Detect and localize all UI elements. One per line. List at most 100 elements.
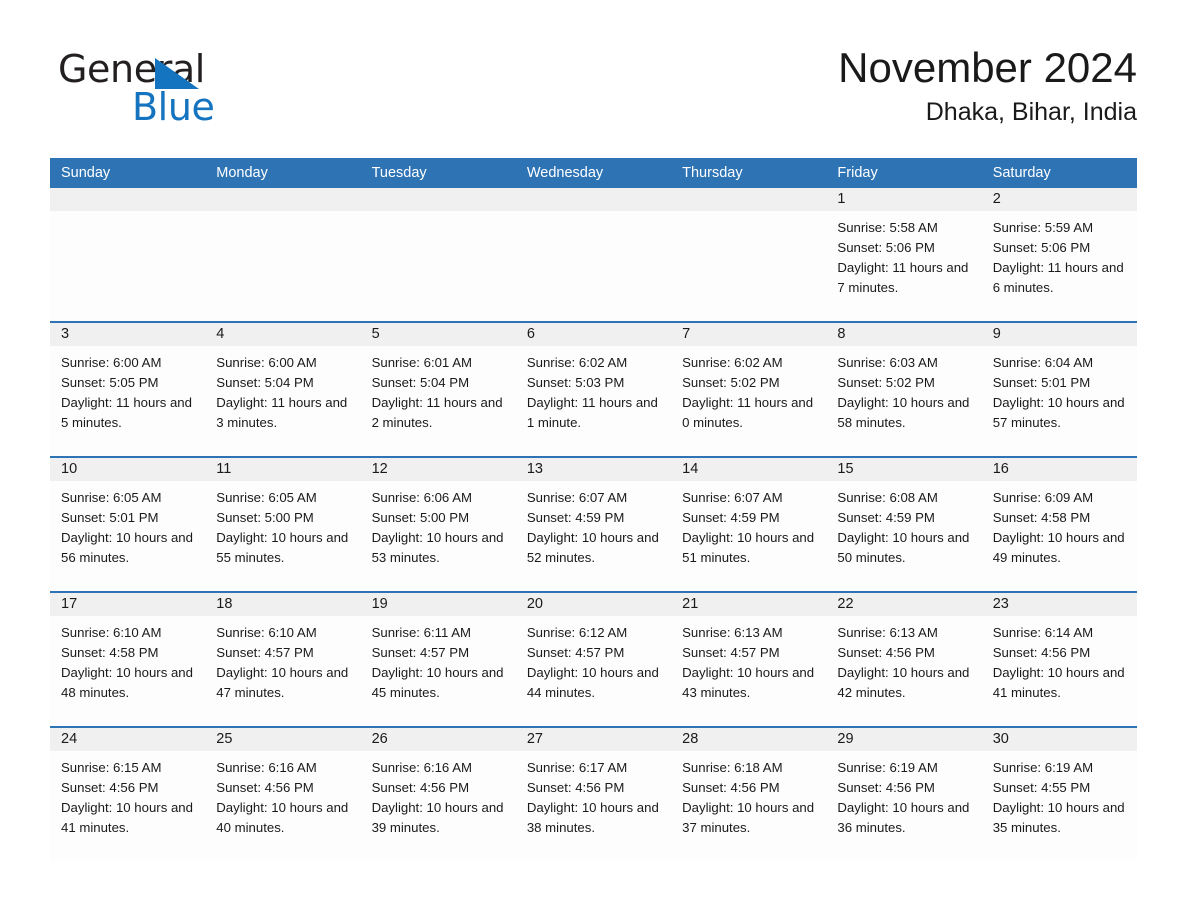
sunrise-text: Sunrise: 6:07 AM (682, 490, 783, 505)
calendar-day-cell[interactable]: 26 Sunrise: 6:16 AM Sunset: 4:56 PM Dayligh… (360, 728, 516, 861)
sunset-text: Sunset: 5:02 PM (837, 375, 935, 390)
day-number: 16 (981, 458, 1137, 481)
daylight-text: Daylight: 10 hours and 45 minutes. (371, 665, 504, 700)
day-details: Sunrise: 6:13 AM Sunset: 4:56 PM Daylight:… (826, 616, 981, 703)
day-details: Sunrise: 6:03 AM Sunset: 5:02 PM Daylight:… (826, 346, 981, 433)
calendar-day-cell[interactable]: 15 Sunrise: 6:08 AM Sunset: 4:59 PM Dayligh… (826, 458, 982, 591)
calendar-day-cell[interactable]: 9 Sunrise: 6:04 AM Sunset: 5:01 PM Daylight… (981, 323, 1137, 456)
daylight-text: Daylight: 10 hours and 40 minutes. (216, 800, 349, 835)
day-number: 4 (205, 323, 361, 346)
day-details: Sunrise: 5:58 AM Sunset: 5:06 PM Daylight:… (826, 211, 981, 298)
calendar-day-cell[interactable]: 18 Sunrise: 6:10 AM Sunset: 4:57 PM Dayligh… (205, 593, 361, 726)
calendar-day-cell[interactable]: 2 Sunrise: 5:59 AM Sunset: 5:06 PM Daylight… (981, 188, 1137, 321)
calendar-day-cell[interactable]: 25 Sunrise: 6:16 AM Sunset: 4:56 PM Dayligh… (205, 728, 361, 861)
calendar-day-cell[interactable]: 17 Sunrise: 6:10 AM Sunset: 4:58 PM Dayligh… (50, 593, 206, 726)
day-details: Sunrise: 6:08 AM Sunset: 4:59 PM Daylight:… (826, 481, 981, 568)
daylight-text: Daylight: 10 hours and 41 minutes. (61, 800, 193, 835)
weekday-friday: Friday (837, 165, 878, 181)
calendar-day-cell[interactable]: 12 Sunrise: 6:06 AM Sunset: 5:00 PM Dayligh… (360, 458, 516, 591)
daylight-text: Daylight: 10 hours and 44 minutes. (526, 665, 659, 700)
calendar-week-row: 17 Sunrise: 6:10 AM Sunset: 4:58 PM Dayligh… (50, 591, 1137, 726)
sunrise-text: Sunrise: 6:10 AM (216, 625, 317, 640)
calendar-day-cell[interactable]: 3 Sunrise: 6:00 AM Sunset: 5:05 PM Daylight… (50, 323, 206, 456)
daylight-text: Daylight: 11 hours and 1 minute. (526, 395, 658, 430)
sunrise-text: Sunrise: 6:02 AM (526, 355, 628, 370)
calendar-day-cell[interactable]: 1 Sunrise: 5:58 AM Sunset: 5:06 PM Daylight… (826, 188, 982, 321)
daylight-text: Daylight: 10 hours and 47 minutes. (216, 665, 349, 700)
calendar-day-cell[interactable]: 22 Sunrise: 6:13 AM Sunset: 4:56 PM Dayligh… (826, 593, 982, 726)
sunset-text: Sunset: 4:57 PM (371, 645, 470, 660)
day-details: Sunrise: 6:10 AM Sunset: 4:58 PM Daylight:… (50, 616, 205, 703)
calendar-day-cell[interactable]: 8 Sunrise: 6:03 AM Sunset: 5:02 PM Daylight… (826, 323, 982, 456)
calendar-day-cell-empty (515, 188, 672, 321)
calendar-day-cell[interactable]: 4 Sunrise: 6:00 AM Sunset: 5:04 PM Daylight… (205, 323, 361, 456)
calendar-day-cell-empty (50, 188, 206, 321)
sunset-text: Sunset: 4:59 PM (837, 510, 935, 525)
daylight-text: Daylight: 10 hours and 41 minutes. (992, 665, 1125, 700)
day-number (50, 188, 206, 211)
title-block: November 2024 Dhaka, Bihar, India (838, 44, 1137, 127)
day-number (671, 188, 827, 211)
calendar-day-cell[interactable]: 23 Sunrise: 6:14 AM Sunset: 4:56 PM Dayligh… (981, 593, 1137, 726)
general-blue-logo: General Blue (58, 50, 358, 130)
day-details: Sunrise: 6:07 AM Sunset: 4:59 PM Daylight:… (671, 481, 826, 568)
sunset-text: Sunset: 5:05 PM (61, 375, 159, 390)
calendar-day-cell[interactable]: 6 Sunrise: 6:02 AM Sunset: 5:03 PM Daylight… (515, 323, 672, 456)
calendar-day-cell-empty (360, 188, 516, 321)
sunrise-text: Sunrise: 6:01 AM (371, 355, 472, 370)
sunrise-text: Sunrise: 6:05 AM (216, 490, 317, 505)
weekday-tuesday: Tuesday (371, 165, 427, 181)
daylight-text: Daylight: 11 hours and 0 minutes. (682, 395, 814, 430)
day-number: 1 (826, 188, 982, 211)
calendar-day-cell[interactable]: 21 Sunrise: 6:13 AM Sunset: 4:57 PM Dayligh… (671, 593, 827, 726)
day-details: Sunrise: 6:09 AM Sunset: 4:58 PM Daylight:… (982, 481, 1137, 568)
sunset-text: Sunset: 5:03 PM (526, 375, 625, 390)
day-number: 18 (205, 593, 361, 616)
calendar-day-cell[interactable]: 27 Sunrise: 6:17 AM Sunset: 4:56 PM Dayligh… (515, 728, 672, 861)
day-details: Sunrise: 6:12 AM Sunset: 4:57 PM Daylight:… (516, 616, 671, 703)
calendar-day-cell[interactable]: 24 Sunrise: 6:15 AM Sunset: 4:56 PM Dayligh… (50, 728, 206, 861)
sunset-text: Sunset: 5:00 PM (371, 510, 470, 525)
sunrise-text: Sunrise: 6:10 AM (61, 625, 162, 640)
sunset-text: Sunset: 4:58 PM (992, 510, 1091, 525)
day-details: Sunrise: 6:07 AM Sunset: 4:59 PM Daylight:… (516, 481, 671, 568)
sunset-text: Sunset: 4:56 PM (216, 780, 314, 795)
day-number: 22 (826, 593, 982, 616)
calendar-day-cell[interactable]: 28 Sunrise: 6:18 AM Sunset: 4:56 PM Dayligh… (671, 728, 827, 861)
calendar-day-cell[interactable]: 19 Sunrise: 6:11 AM Sunset: 4:57 PM Dayligh… (360, 593, 516, 726)
daylight-text: Daylight: 10 hours and 56 minutes. (61, 530, 193, 565)
sunrise-text: Sunrise: 5:59 AM (992, 220, 1094, 235)
calendar-day-cell[interactable]: 10 Sunrise: 6:05 AM Sunset: 5:01 PM Dayligh… (50, 458, 206, 591)
sunrise-text: Sunrise: 6:19 AM (992, 760, 1094, 775)
sunset-text: Sunset: 5:00 PM (216, 510, 314, 525)
sunrise-text: Sunrise: 6:14 AM (992, 625, 1094, 640)
sunrise-text: Sunrise: 6:00 AM (216, 355, 317, 370)
sunrise-text: Sunrise: 6:08 AM (837, 490, 938, 505)
daylight-text: Daylight: 10 hours and 38 minutes. (526, 800, 659, 835)
daylight-text: Daylight: 11 hours and 7 minutes. (837, 260, 969, 295)
calendar-day-cell[interactable]: 20 Sunrise: 6:12 AM Sunset: 4:57 PM Dayligh… (515, 593, 672, 726)
day-number: 14 (671, 458, 827, 481)
weekday-wednesday: Wednesday (526, 165, 604, 181)
calendar-day-cell[interactable]: 16 Sunrise: 6:09 AM Sunset: 4:58 PM Dayligh… (981, 458, 1137, 591)
calendar-day-cell[interactable]: 14 Sunrise: 6:07 AM Sunset: 4:59 PM Dayligh… (671, 458, 827, 591)
calendar-week-row: 3 Sunrise: 6:00 AM Sunset: 5:05 PM Daylight… (50, 321, 1137, 456)
calendar-day-cell[interactable]: 13 Sunrise: 6:07 AM Sunset: 4:59 PM Dayligh… (515, 458, 672, 591)
calendar-day-cell[interactable]: 7 Sunrise: 6:02 AM Sunset: 5:02 PM Daylight… (671, 323, 827, 456)
calendar-day-cell[interactable]: 5 Sunrise: 6:01 AM Sunset: 5:04 PM Daylight… (360, 323, 516, 456)
day-details: Sunrise: 6:01 AM Sunset: 5:04 PM Daylight:… (361, 346, 516, 433)
day-details: Sunrise: 6:19 AM Sunset: 4:55 PM Daylight:… (982, 751, 1137, 838)
sunset-text: Sunset: 5:01 PM (61, 510, 159, 525)
sunset-text: Sunset: 4:56 PM (371, 780, 470, 795)
sunset-text: Sunset: 4:55 PM (992, 780, 1091, 795)
sunrise-text: Sunrise: 6:06 AM (371, 490, 472, 505)
sunrise-text: Sunrise: 6:13 AM (837, 625, 938, 640)
calendar-day-cell[interactable]: 30 Sunrise: 6:19 AM Sunset: 4:55 PM Dayligh… (981, 728, 1137, 861)
day-number: 15 (826, 458, 982, 481)
day-number: 29 (826, 728, 982, 751)
day-details: Sunrise: 6:18 AM Sunset: 4:56 PM Daylight:… (671, 751, 826, 838)
day-details: Sunrise: 6:05 AM Sunset: 5:00 PM Daylight:… (205, 481, 360, 568)
calendar-page: General Blue November 2024 Dhaka, Bihar,… (0, 0, 1188, 918)
calendar-day-cell[interactable]: 29 Sunrise: 6:19 AM Sunset: 4:56 PM Dayligh… (826, 728, 982, 861)
calendar-day-cell[interactable]: 11 Sunrise: 6:05 AM Sunset: 5:00 PM Dayligh… (205, 458, 361, 591)
